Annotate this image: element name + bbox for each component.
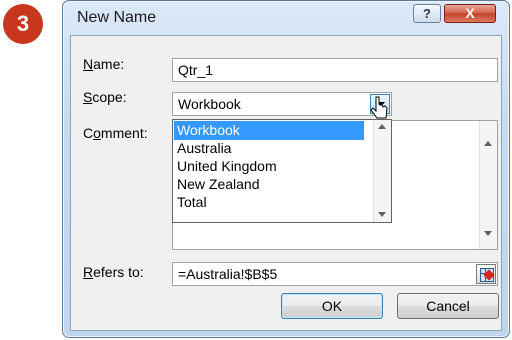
close-icon: X	[465, 5, 475, 21]
cancel-button[interactable]: Cancel	[397, 293, 499, 319]
scope-option-workbook[interactable]: Workbook	[174, 121, 364, 140]
scroll-down-icon[interactable]	[378, 212, 386, 217]
close-button[interactable]: X	[444, 4, 496, 23]
ok-button[interactable]: OK	[281, 293, 383, 319]
new-name-dialog: New Name ? X Name: Scope: Workbook Comme…	[62, 0, 510, 338]
name-input[interactable]	[172, 58, 498, 82]
step-number-badge: 3	[3, 4, 43, 44]
scope-dropdown-list: Workbook Australia United Kingdom New Ze…	[172, 119, 392, 223]
dialog-body: Name: Scope: Workbook Comment: Workbook …	[70, 35, 502, 331]
scope-option-united-kingdom[interactable]: United Kingdom	[174, 157, 364, 176]
collapse-dialog-button[interactable]	[476, 264, 496, 284]
name-label: Name:	[83, 56, 125, 72]
comment-label: Comment:	[83, 125, 148, 141]
mouse-pointer-icon	[370, 96, 388, 119]
help-button[interactable]: ?	[413, 4, 441, 23]
help-icon: ?	[423, 6, 431, 21]
scope-select[interactable]: Workbook	[172, 92, 392, 116]
refers-to-input[interactable]	[172, 262, 498, 286]
scope-option-total[interactable]: Total	[174, 193, 364, 212]
refers-to-label: Refers to:	[83, 264, 144, 280]
title-bar[interactable]: New Name ? X	[63, 1, 509, 35]
scope-option-new-zealand[interactable]: New Zealand	[174, 175, 364, 194]
scope-option-australia[interactable]: Australia	[174, 139, 364, 158]
scope-selected-value: Workbook	[178, 96, 241, 112]
comment-scrollbar[interactable]	[479, 121, 497, 249]
dialog-title: New Name	[77, 9, 157, 26]
scroll-up-icon[interactable]	[484, 141, 492, 146]
scope-label: Scope:	[83, 89, 127, 105]
scroll-down-icon[interactable]	[484, 231, 492, 236]
dropdown-scrollbar[interactable]	[373, 120, 391, 222]
scroll-up-icon[interactable]	[378, 124, 386, 129]
